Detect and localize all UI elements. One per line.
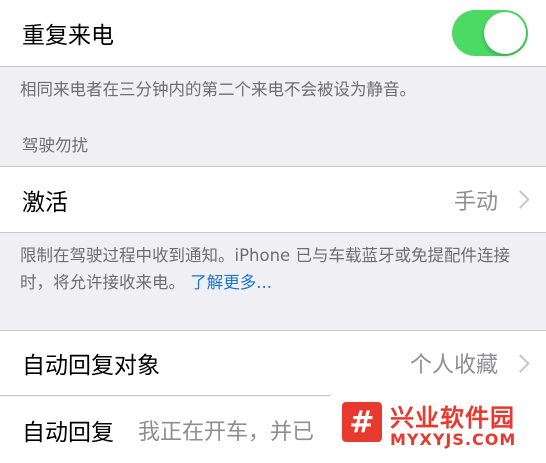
learn-more-link[interactable]: 了解更多... — [190, 273, 272, 292]
auto-reply-to-value: 个人收藏 — [409, 353, 498, 378]
repeat-calls-footer: 相同来电者在三分钟内的第二个来电不会被设为静音。 — [20, 80, 416, 99]
watermark-title: 兴业软件园 — [390, 404, 515, 432]
chevron-right-icon — [511, 353, 530, 373]
driving-footer: 限制在驾驶过程中收到通知。iPhone 已与车载蓝牙或免提配件连接时，将允许接收… — [20, 242, 528, 296]
watermark-logo-icon: # — [342, 402, 382, 442]
auto-reply-to-label: 自动回复对象 — [22, 353, 160, 379]
activate-row[interactable]: 激活 手动 — [0, 166, 546, 233]
repeat-calls-row: 重复来电 — [0, 0, 546, 67]
toggle-knob — [484, 12, 526, 54]
auto-reply-to-row[interactable]: 自动回复对象 个人收藏 — [0, 330, 546, 396]
repeat-calls-label: 重复来电 — [22, 23, 114, 49]
auto-reply-label: 自动回复 — [22, 420, 114, 446]
activate-label: 激活 — [22, 189, 68, 216]
activate-value: 手动 — [453, 189, 498, 215]
watermark-url: MYXYJS.COM — [390, 430, 517, 449]
auto-reply-value: 我正在开车，并已 — [138, 420, 315, 445]
watermark: # 兴业软件园 MYXYJS.COM — [330, 394, 546, 463]
repeat-calls-toggle[interactable] — [452, 10, 528, 56]
chevron-right-icon — [511, 190, 530, 209]
driving-section-header: 驾驶勿扰 — [22, 136, 88, 155]
